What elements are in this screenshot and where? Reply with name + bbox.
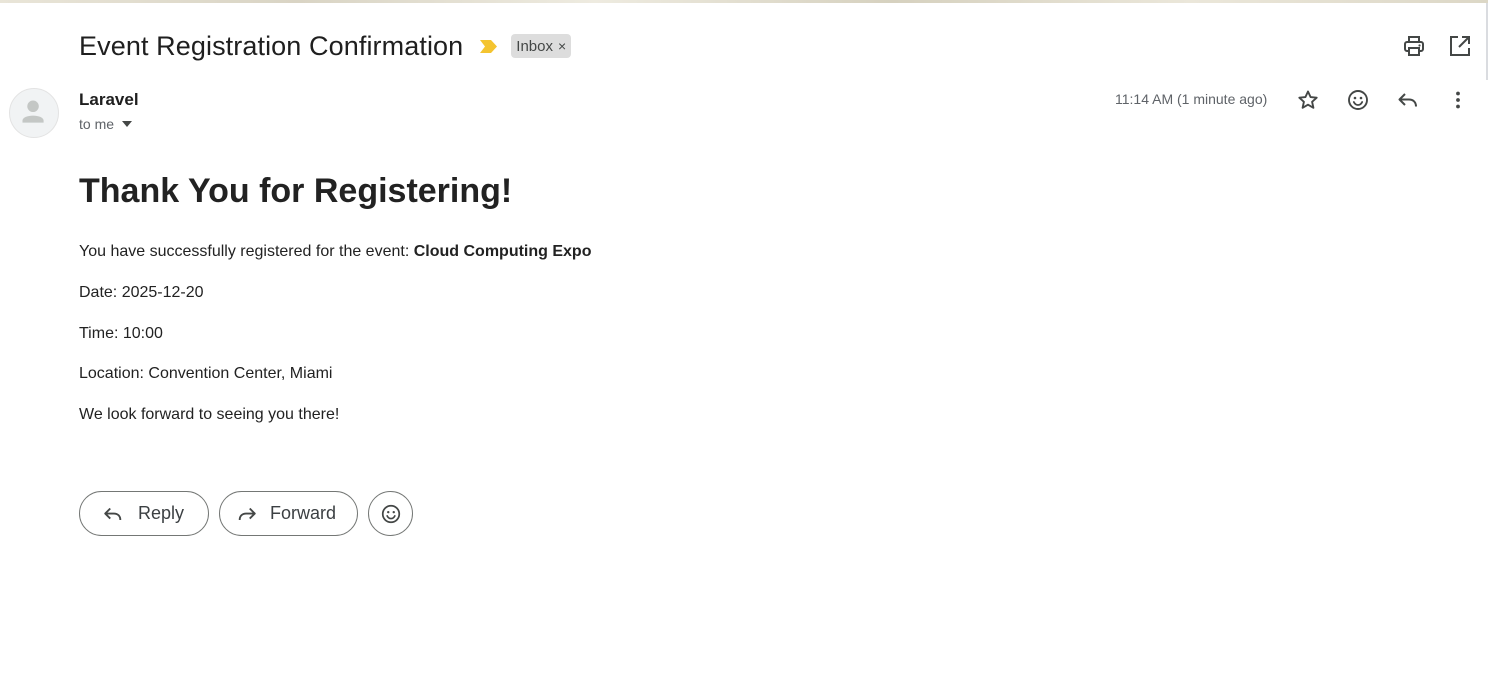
emoji-react-button[interactable]: [368, 491, 413, 536]
emoji-reaction-icon: [381, 504, 400, 523]
closing-text: We look forward to seeing you there!: [79, 406, 340, 423]
recipient-details-toggle[interactable]: to me: [79, 116, 133, 132]
message-timestamp: 11:14 AM (1 minute ago): [1115, 91, 1268, 107]
star-icon[interactable]: [1296, 88, 1320, 112]
forward-icon: [238, 507, 256, 520]
window-top-strip: [0, 0, 1488, 3]
forward-button[interactable]: Forward: [219, 491, 358, 536]
email-heading: Thank You for Registering!: [79, 172, 513, 210]
reply-icon[interactable]: [1396, 88, 1420, 112]
importance-marker-icon[interactable]: [480, 39, 498, 53]
subject-row: Event Registration Confirmation Inbox ×: [79, 28, 572, 64]
event-location: Location: Convention Center, Miami: [79, 365, 333, 382]
recipient-text: to me: [79, 116, 115, 132]
forward-button-label: Forward: [270, 503, 337, 523]
email-subject: Event Registration Confirmation: [79, 31, 464, 61]
reply-button[interactable]: Reply: [79, 491, 209, 536]
more-vertical-icon[interactable]: [1446, 88, 1470, 112]
event-time: Time: 10:00: [79, 325, 163, 342]
reply-button-label: Reply: [138, 503, 185, 523]
label-chip-inbox[interactable]: Inbox ×: [511, 34, 572, 58]
event-name: Cloud Computing Expo: [413, 243, 592, 260]
event-line: You have successfully registered for the…: [79, 243, 591, 261]
event-date: Date: 2025-12-20: [79, 284, 204, 301]
sender-name[interactable]: Laravel: [79, 90, 139, 110]
open-in-new-window-icon[interactable]: [1448, 34, 1472, 58]
avatar[interactable]: [9, 88, 59, 138]
emoji-reaction-icon[interactable]: [1346, 88, 1370, 112]
reply-icon: [104, 507, 122, 520]
print-icon[interactable]: [1402, 34, 1426, 58]
event-intro-text: You have successfully registered for the…: [79, 243, 414, 260]
chevron-down-icon: [122, 121, 133, 127]
remove-label-button[interactable]: ×: [558, 38, 566, 54]
label-chip-text: Inbox: [516, 37, 553, 55]
